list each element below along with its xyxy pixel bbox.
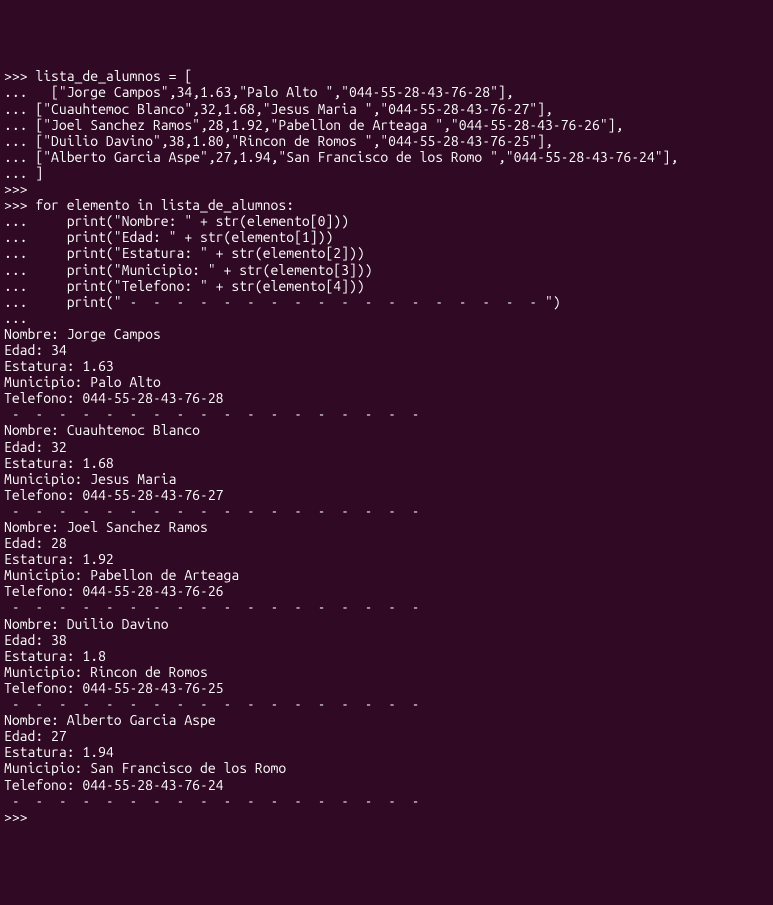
terminal-line: >>> lista_de_alumnos = [ [4,68,769,84]
terminal-line: Telefono: 044-55-28-43-76-24 [4,777,769,793]
terminal-line: Municipio: Palo Alto [4,374,769,390]
terminal-line: >>> for elemento in lista_de_alumnos: [4,197,769,213]
terminal-line: Telefono: 044-55-28-43-76-26 [4,583,769,599]
terminal-line: Estatura: 1.92 [4,551,769,567]
terminal-line: Edad: 28 [4,535,769,551]
terminal-line: Telefono: 044-55-28-43-76-27 [4,487,769,503]
terminal-line: ... print("Municipio: " + str(elemento[3… [4,262,769,278]
terminal-line: - - - - - - - - - - - - - - - - - - [4,793,769,809]
terminal-line: Telefono: 044-55-28-43-76-25 [4,680,769,696]
terminal-line: ... ] [4,165,769,181]
terminal-line: - - - - - - - - - - - - - - - - - - [4,503,769,519]
terminal-line: ... ["Joel Sanchez Ramos",28,1.92,"Pabel… [4,117,769,133]
terminal-line: ... ["Alberto Garcia Aspe",27,1.94,"San … [4,149,769,165]
terminal-line: Estatura: 1.94 [4,744,769,760]
terminal-line: - - - - - - - - - - - - - - - - - - [4,599,769,615]
terminal-line: Edad: 32 [4,439,769,455]
terminal-line: Municipio: Pabellon de Arteaga [4,567,769,583]
terminal-line: Municipio: Jesus Maria [4,471,769,487]
terminal-output[interactable]: >>> lista_de_alumnos = [... ["Jorge Camp… [4,68,769,824]
terminal-line: ... ["Cuauhtemoc Blanco",32,1.68,"Jesus … [4,101,769,117]
terminal-line: ... ["Duilio Davino",38,1.80,"Rincon de … [4,133,769,149]
terminal-line: - - - - - - - - - - - - - - - - - - [4,696,769,712]
terminal-line: ... [4,310,769,326]
terminal-line: Municipio: San Francisco de los Romo [4,760,769,776]
terminal-line: - - - - - - - - - - - - - - - - - - [4,406,769,422]
terminal-line: ... print("Estatura: " + str(elemento[2]… [4,245,769,261]
terminal-line: Estatura: 1.8 [4,648,769,664]
terminal-line: >>> [4,809,769,825]
terminal-line: Nombre: Cuauhtemoc Blanco [4,422,769,438]
terminal-line: Estatura: 1.63 [4,358,769,374]
terminal-line: ... print("Edad: " + str(elemento[1])) [4,229,769,245]
terminal-line: ... print("Nombre: " + str(elemento[0])) [4,213,769,229]
terminal-line: Edad: 34 [4,342,769,358]
terminal-line: >>> [4,181,769,197]
terminal-line: Nombre: Alberto Garcia Aspe [4,712,769,728]
terminal-line: Edad: 38 [4,632,769,648]
terminal-line: Nombre: Jorge Campos [4,326,769,342]
terminal-line: Nombre: Joel Sanchez Ramos [4,519,769,535]
terminal-line: ... ["Jorge Campos",34,1.63,"Palo Alto "… [4,84,769,100]
terminal-line: Nombre: Duilio Davino [4,616,769,632]
terminal-line: Estatura: 1.68 [4,455,769,471]
terminal-line: Edad: 27 [4,728,769,744]
terminal-line: ... print(" - - - - - - - - - - - - - - … [4,294,769,310]
terminal-line: Municipio: Rincon de Romos [4,664,769,680]
terminal-line: Telefono: 044-55-28-43-76-28 [4,390,769,406]
terminal-line: ... print("Telefono: " + str(elemento[4]… [4,278,769,294]
